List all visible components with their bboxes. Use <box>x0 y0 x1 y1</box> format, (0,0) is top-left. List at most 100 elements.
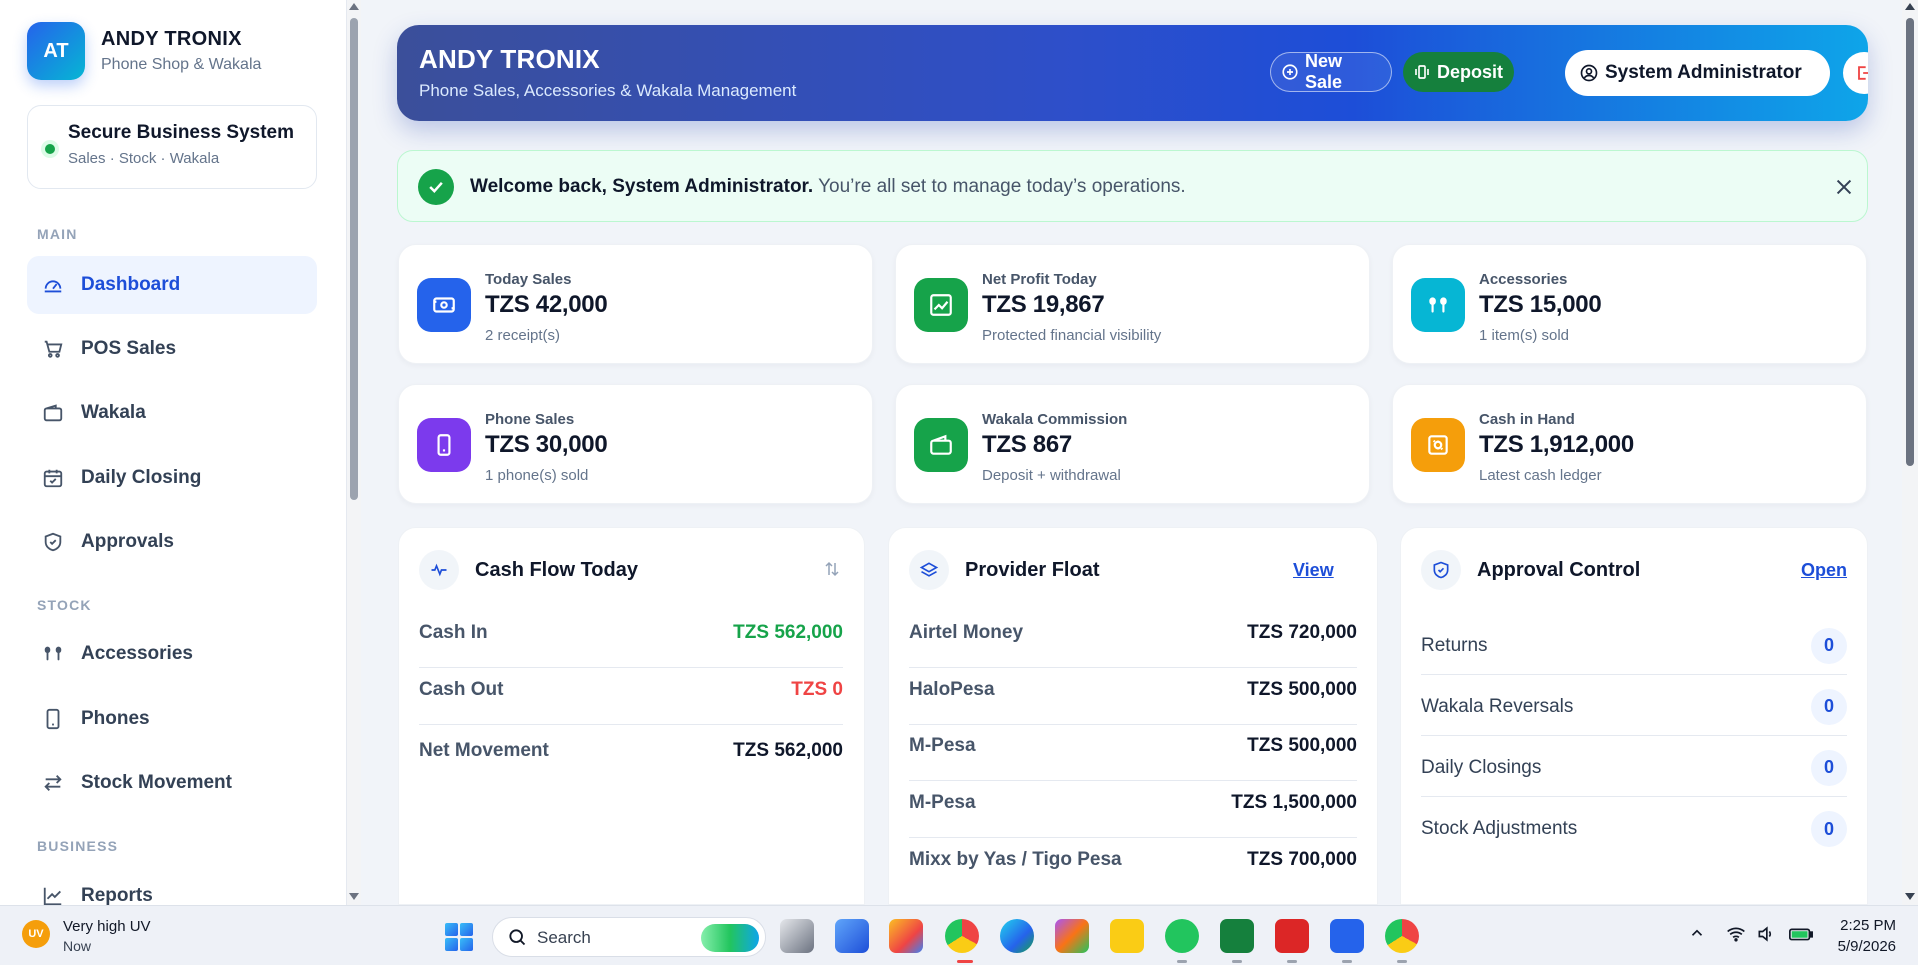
windows-start-icon[interactable] <box>445 923 473 951</box>
check-circle-icon <box>418 169 454 205</box>
sidebar-item-dashboard[interactable]: Dashboard <box>27 256 317 314</box>
stat-card-phone-sales[interactable]: Phone Sales TZS 30,000 1 phone(s) sold <box>398 384 873 504</box>
close-icon[interactable] <box>1829 172 1859 202</box>
weather-title[interactable]: Very high UV <box>63 918 151 935</box>
microsoft-store-icon[interactable] <box>889 919 923 953</box>
count-badge: 0 <box>1811 811 1847 847</box>
brand-name: ANDY TRONIX <box>101 28 242 50</box>
stat-card-net-profit[interactable]: Net Profit Today TZS 19,867 Protected fi… <box>895 244 1370 364</box>
clock-time[interactable]: 2:25 PM <box>1836 917 1896 934</box>
hero-header: ANDY TRONIX Phone Sales, Accessories & W… <box>397 25 1868 121</box>
brand: AT ANDY TRONIX Phone Shop & Wakala <box>27 22 261 80</box>
sidebar-item-wakala[interactable]: Wakala <box>27 384 317 442</box>
stat-card-wakala-commission[interactable]: Wakala Commission TZS 867 Deposit + with… <box>895 384 1370 504</box>
row-value: TZS 720,000 <box>1247 622 1357 643</box>
excel-icon[interactable] <box>1220 919 1254 953</box>
phone-icon <box>417 418 471 472</box>
new-sale-button[interactable]: New Sale <box>1270 51 1392 92</box>
stat-value: TZS 42,000 <box>485 291 608 318</box>
taskbar-search[interactable]: Search <box>492 917 766 957</box>
stat-card-accessories[interactable]: Accessories TZS 15,000 1 item(s) sold <box>1392 244 1867 364</box>
uv-weather-icon[interactable]: UV <box>22 920 50 948</box>
stat-value: TZS 19,867 <box>982 291 1105 318</box>
list-item[interactable]: Returns 0 <box>1421 617 1847 675</box>
user-circle-icon <box>1579 63 1599 83</box>
task-view-icon[interactable] <box>780 919 814 953</box>
row-label: Daily Closings <box>1421 756 1542 778</box>
hero-title: ANDY TRONIX <box>419 44 600 74</box>
plus-circle-icon <box>1281 63 1299 81</box>
battery-charging-icon[interactable] <box>1788 924 1814 949</box>
outlook-icon[interactable] <box>835 919 869 953</box>
stat-value: TZS 1,912,000 <box>1479 431 1634 458</box>
sticky-notes-icon[interactable] <box>1110 919 1144 953</box>
logout-icon <box>1854 63 1868 83</box>
sort-arrows-icon[interactable] <box>823 560 841 583</box>
sidebar: AT ANDY TRONIX Phone Shop & Wakala Secur… <box>0 0 347 905</box>
count-badge: 0 <box>1811 688 1847 725</box>
shield-check-icon <box>41 530 65 554</box>
clock-date[interactable]: 5/9/2026 <box>1820 938 1896 955</box>
running-app-indicator <box>1287 960 1297 963</box>
row-label: Mixx by Yas / Tigo Pesa <box>909 849 1122 870</box>
stat-note: 1 item(s) sold <box>1479 327 1570 344</box>
earbuds-icon <box>1411 278 1465 332</box>
scroll-up-arrow-icon[interactable] <box>1905 3 1915 10</box>
row-value: TZS 0 <box>791 679 843 700</box>
stat-note: 2 receipt(s) <box>485 327 561 344</box>
stat-card-cash-in-hand[interactable]: Cash in Hand TZS 1,912,000 Latest cash l… <box>1392 384 1867 504</box>
weather-subtitle[interactable]: Now <box>63 938 91 954</box>
nav-section-main: MAIN <box>37 226 78 242</box>
view-float-link[interactable]: View <box>1293 560 1334 581</box>
secure-title: Secure Business System <box>68 122 295 143</box>
sidebar-item-label: POS Sales <box>81 338 177 359</box>
row-value: TZS 562,000 <box>733 740 843 761</box>
row-label: HaloPesa <box>909 679 995 700</box>
table-row: Net Movement TZS 562,000 <box>419 740 843 786</box>
word-icon[interactable] <box>1330 919 1364 953</box>
logout-button[interactable] <box>1843 52 1868 94</box>
running-app-indicator <box>1177 960 1187 963</box>
sidebar-item-accessories[interactable]: Accessories <box>27 625 317 683</box>
main-scrollbar[interactable] <box>1902 0 1918 905</box>
secure-system-card: Secure Business System Sales · Stock · W… <box>27 105 317 189</box>
new-sale-label: New Sale <box>1305 51 1343 92</box>
sidebar-scrollbar[interactable] <box>347 0 361 905</box>
chrome-icon[interactable] <box>945 919 979 953</box>
copilot-icon[interactable] <box>1055 919 1089 953</box>
main-scrollbar-thumb[interactable] <box>1906 18 1914 466</box>
scroll-up-arrow-icon[interactable] <box>349 3 359 10</box>
table-row: Mixx by Yas / Tigo Pesa TZS 700,000 <box>909 849 1357 895</box>
user-menu-button[interactable]: System Administrator <box>1565 50 1830 96</box>
sidebar-item-approvals[interactable]: Approvals <box>27 513 317 571</box>
chrome-profile-icon[interactable] <box>1385 919 1419 953</box>
table-row: Airtel Money TZS 720,000 <box>909 622 1357 668</box>
stat-card-today-sales[interactable]: Today Sales TZS 42,000 2 receipt(s) <box>398 244 873 364</box>
deposit-button[interactable]: Deposit <box>1403 52 1514 92</box>
list-item[interactable]: Wakala Reversals 0 <box>1421 678 1847 736</box>
list-item[interactable]: Daily Closings 0 <box>1421 739 1847 797</box>
scroll-down-arrow-icon[interactable] <box>1905 893 1915 900</box>
open-approvals-link[interactable]: Open <box>1801 560 1847 581</box>
os-taskbar: UV Very high UV Now Search 2:25 PM 5/9/2… <box>0 905 1918 965</box>
calendar-check-icon <box>41 466 65 490</box>
sidebar-scrollbar-thumb[interactable] <box>350 18 358 500</box>
pdf-reader-icon[interactable] <box>1275 919 1309 953</box>
whatsapp-icon[interactable] <box>1165 919 1199 953</box>
edge-icon[interactable] <box>1000 919 1034 953</box>
list-item[interactable]: Stock Adjustments 0 <box>1421 800 1847 858</box>
chevron-up-icon[interactable] <box>1688 924 1706 947</box>
sidebar-item-reports[interactable]: Reports <box>27 867 317 905</box>
sidebar-item-phones[interactable]: Phones <box>27 690 317 748</box>
scroll-down-arrow-icon[interactable] <box>349 893 359 900</box>
sidebar-item-pos-sales[interactable]: POS Sales <box>27 320 317 378</box>
sidebar-item-label: Reports <box>81 885 153 905</box>
stat-note: Protected financial visibility <box>982 327 1162 344</box>
cash-icon <box>417 278 471 332</box>
wallet-icon <box>41 401 65 425</box>
volume-icon[interactable] <box>1756 924 1776 949</box>
trending-up-icon <box>914 278 968 332</box>
sidebar-item-daily-closing[interactable]: Daily Closing <box>27 449 317 507</box>
sidebar-item-stock-movement[interactable]: Stock Movement <box>27 754 317 812</box>
wifi-icon[interactable] <box>1726 924 1746 949</box>
